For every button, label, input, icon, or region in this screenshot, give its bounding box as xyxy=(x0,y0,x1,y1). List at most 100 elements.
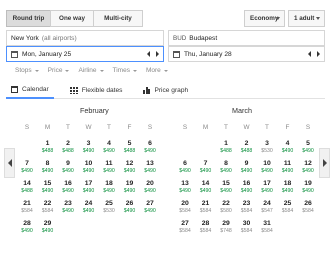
calendar-day[interactable]: 10 $490 xyxy=(258,160,276,178)
calendar-day[interactable]: 2 $488 xyxy=(59,140,77,158)
calendar-day[interactable]: 22 $584 xyxy=(39,200,57,218)
calendar-day[interactable]: 7 $490 xyxy=(18,160,36,178)
calendar-day[interactable]: 14 $488 xyxy=(18,180,36,198)
calendar-day[interactable]: 27 $584 xyxy=(176,220,194,238)
calendar-day[interactable]: 24 $490 xyxy=(80,200,98,218)
filter-label: Price xyxy=(47,67,63,74)
calendar-day[interactable]: 4 $490 xyxy=(100,140,118,158)
calendar-day[interactable]: 17 $490 xyxy=(80,180,98,198)
next-month-button[interactable] xyxy=(319,148,330,178)
calendar-day[interactable]: 14 $490 xyxy=(197,180,215,198)
day-price: $490 xyxy=(41,228,54,234)
tab-multi-city[interactable]: Multi-city xyxy=(93,10,143,27)
calendar-day[interactable]: 7 $490 xyxy=(197,160,215,178)
departure-date: Mon, January 25 xyxy=(22,50,72,58)
day-price: $490 xyxy=(103,188,115,194)
origin-field[interactable]: New York (all airports) xyxy=(6,30,164,46)
calendar-day[interactable]: 18 $490 xyxy=(100,180,118,198)
previous-month-button[interactable] xyxy=(4,148,15,178)
calendar-day[interactable]: 20 $584 xyxy=(176,200,194,218)
calendar-day[interactable]: 25 $584 xyxy=(279,200,297,218)
chevron-right-icon[interactable] xyxy=(317,51,320,57)
calendar-day[interactable]: 18 $490 xyxy=(279,180,297,198)
filter-airline[interactable]: Airline xyxy=(78,67,104,74)
calendar-day[interactable]: 28 $584 xyxy=(197,220,215,238)
day-number: 15 xyxy=(43,180,52,187)
calendar-day[interactable]: 26 $584 xyxy=(299,200,317,218)
day-price: $490 xyxy=(240,188,253,194)
filter-label: Stops xyxy=(15,67,32,74)
tab-round-trip[interactable]: Round trip xyxy=(6,10,51,27)
calendar-day[interactable]: 9 $490 xyxy=(59,160,77,178)
calendar-day[interactable]: 26 $490 xyxy=(121,200,139,218)
tab-price-graph[interactable]: Price graph xyxy=(138,81,193,99)
calendar-day[interactable]: 6 $490 xyxy=(176,160,194,178)
calendar-day[interactable]: 1 $488 xyxy=(217,140,235,158)
day-price: $490 xyxy=(144,168,156,174)
departure-date-field[interactable]: Mon, January 25 xyxy=(6,46,164,62)
calendar-day[interactable]: 3 $490 xyxy=(80,140,98,158)
calendar-day[interactable]: 13 $490 xyxy=(176,180,194,198)
filter-stops[interactable]: Stops xyxy=(15,67,39,74)
calendar-day[interactable]: 24 $547 xyxy=(258,200,276,218)
weekday-header: T xyxy=(107,124,111,131)
day-price: $584 xyxy=(240,228,253,234)
weekday-header: W xyxy=(85,124,92,131)
day-price: $584 xyxy=(199,208,212,214)
calendar-day[interactable]: 11 $490 xyxy=(279,160,297,178)
chevron-right-icon[interactable] xyxy=(156,51,159,57)
calendar-day[interactable]: 31 $584 xyxy=(258,220,276,238)
return-date-field[interactable]: Thu, January 28 xyxy=(168,46,325,62)
calendar-day[interactable]: 9 $490 xyxy=(238,160,256,178)
calendar-day[interactable]: 21 $584 xyxy=(197,200,215,218)
calendar-day[interactable]: 30 $584 xyxy=(238,220,256,238)
calendar-day[interactable]: 11 $490 xyxy=(100,160,118,178)
calendar-day[interactable]: 21 $584 xyxy=(18,200,36,218)
calendar-day[interactable]: 12 $490 xyxy=(121,160,139,178)
day-price: $490 xyxy=(103,148,115,154)
calendar-day[interactable]: 15 $490 xyxy=(39,180,57,198)
calendar-day[interactable]: 10 $490 xyxy=(80,160,98,178)
calendar-day[interactable]: 4 $490 xyxy=(279,140,297,158)
destination-field[interactable]: BUD Budapest xyxy=(168,30,325,46)
chevron-left-icon[interactable] xyxy=(308,51,311,57)
calendar-day[interactable]: 23 $490 xyxy=(59,200,77,218)
filter-more[interactable]: More xyxy=(146,67,168,74)
passengers-select[interactable]: 1 adult xyxy=(288,10,325,27)
calendar-day[interactable]: 5 $490 xyxy=(299,140,317,158)
tab-one-way[interactable]: One way xyxy=(50,10,94,27)
tab-flexible-dates[interactable]: Flexible dates xyxy=(65,81,128,99)
calendar-day[interactable]: 19 $490 xyxy=(121,180,139,198)
calendar-day[interactable]: 27 $490 xyxy=(141,200,159,218)
tab-calendar[interactable]: Calendar xyxy=(6,81,54,99)
calendar-day[interactable]: 8 $490 xyxy=(217,160,235,178)
calendar-day[interactable]: 3 $530 xyxy=(258,140,276,158)
calendar-day[interactable]: 13 $490 xyxy=(141,160,159,178)
calendar-day[interactable]: 2 $488 xyxy=(238,140,256,158)
calendar-day[interactable]: 17 $490 xyxy=(258,180,276,198)
calendar-day[interactable]: 28 $490 xyxy=(18,220,36,238)
cabin-class-select[interactable]: Economy xyxy=(244,10,285,27)
calendar-day[interactable]: 29 $490 xyxy=(39,220,57,238)
calendar-day[interactable]: 19 $490 xyxy=(299,180,317,198)
day-number: 8 xyxy=(45,160,50,167)
calendar-day[interactable]: 6 $490 xyxy=(141,140,159,158)
calendar-day[interactable]: 22 $580 xyxy=(217,200,235,218)
calendar-day[interactable]: 12 $490 xyxy=(299,160,317,178)
day-number: 17 xyxy=(84,180,93,187)
calendar-day[interactable]: 15 $490 xyxy=(217,180,235,198)
calendar-day[interactable]: 23 $584 xyxy=(238,200,256,218)
filter-price[interactable]: Price xyxy=(48,67,70,74)
calendar-day[interactable]: 16 $490 xyxy=(59,180,77,198)
calendar-day[interactable]: 8 $490 xyxy=(39,160,57,178)
filter-times[interactable]: Times xyxy=(113,67,137,74)
calendar-day[interactable]: 20 $490 xyxy=(141,180,159,198)
chevron-left-icon[interactable] xyxy=(147,51,150,57)
calendar-day[interactable]: 29 $748 xyxy=(217,220,235,238)
calendar-day[interactable]: 5 $488 xyxy=(121,140,139,158)
calendar-day[interactable]: 1 $488 xyxy=(39,140,57,158)
calendar-day[interactable]: 16 $490 xyxy=(238,180,256,198)
day-number: 19 xyxy=(304,180,312,187)
calendar-day[interactable]: 25 $530 xyxy=(100,200,118,218)
day-number: 7 xyxy=(25,160,29,167)
